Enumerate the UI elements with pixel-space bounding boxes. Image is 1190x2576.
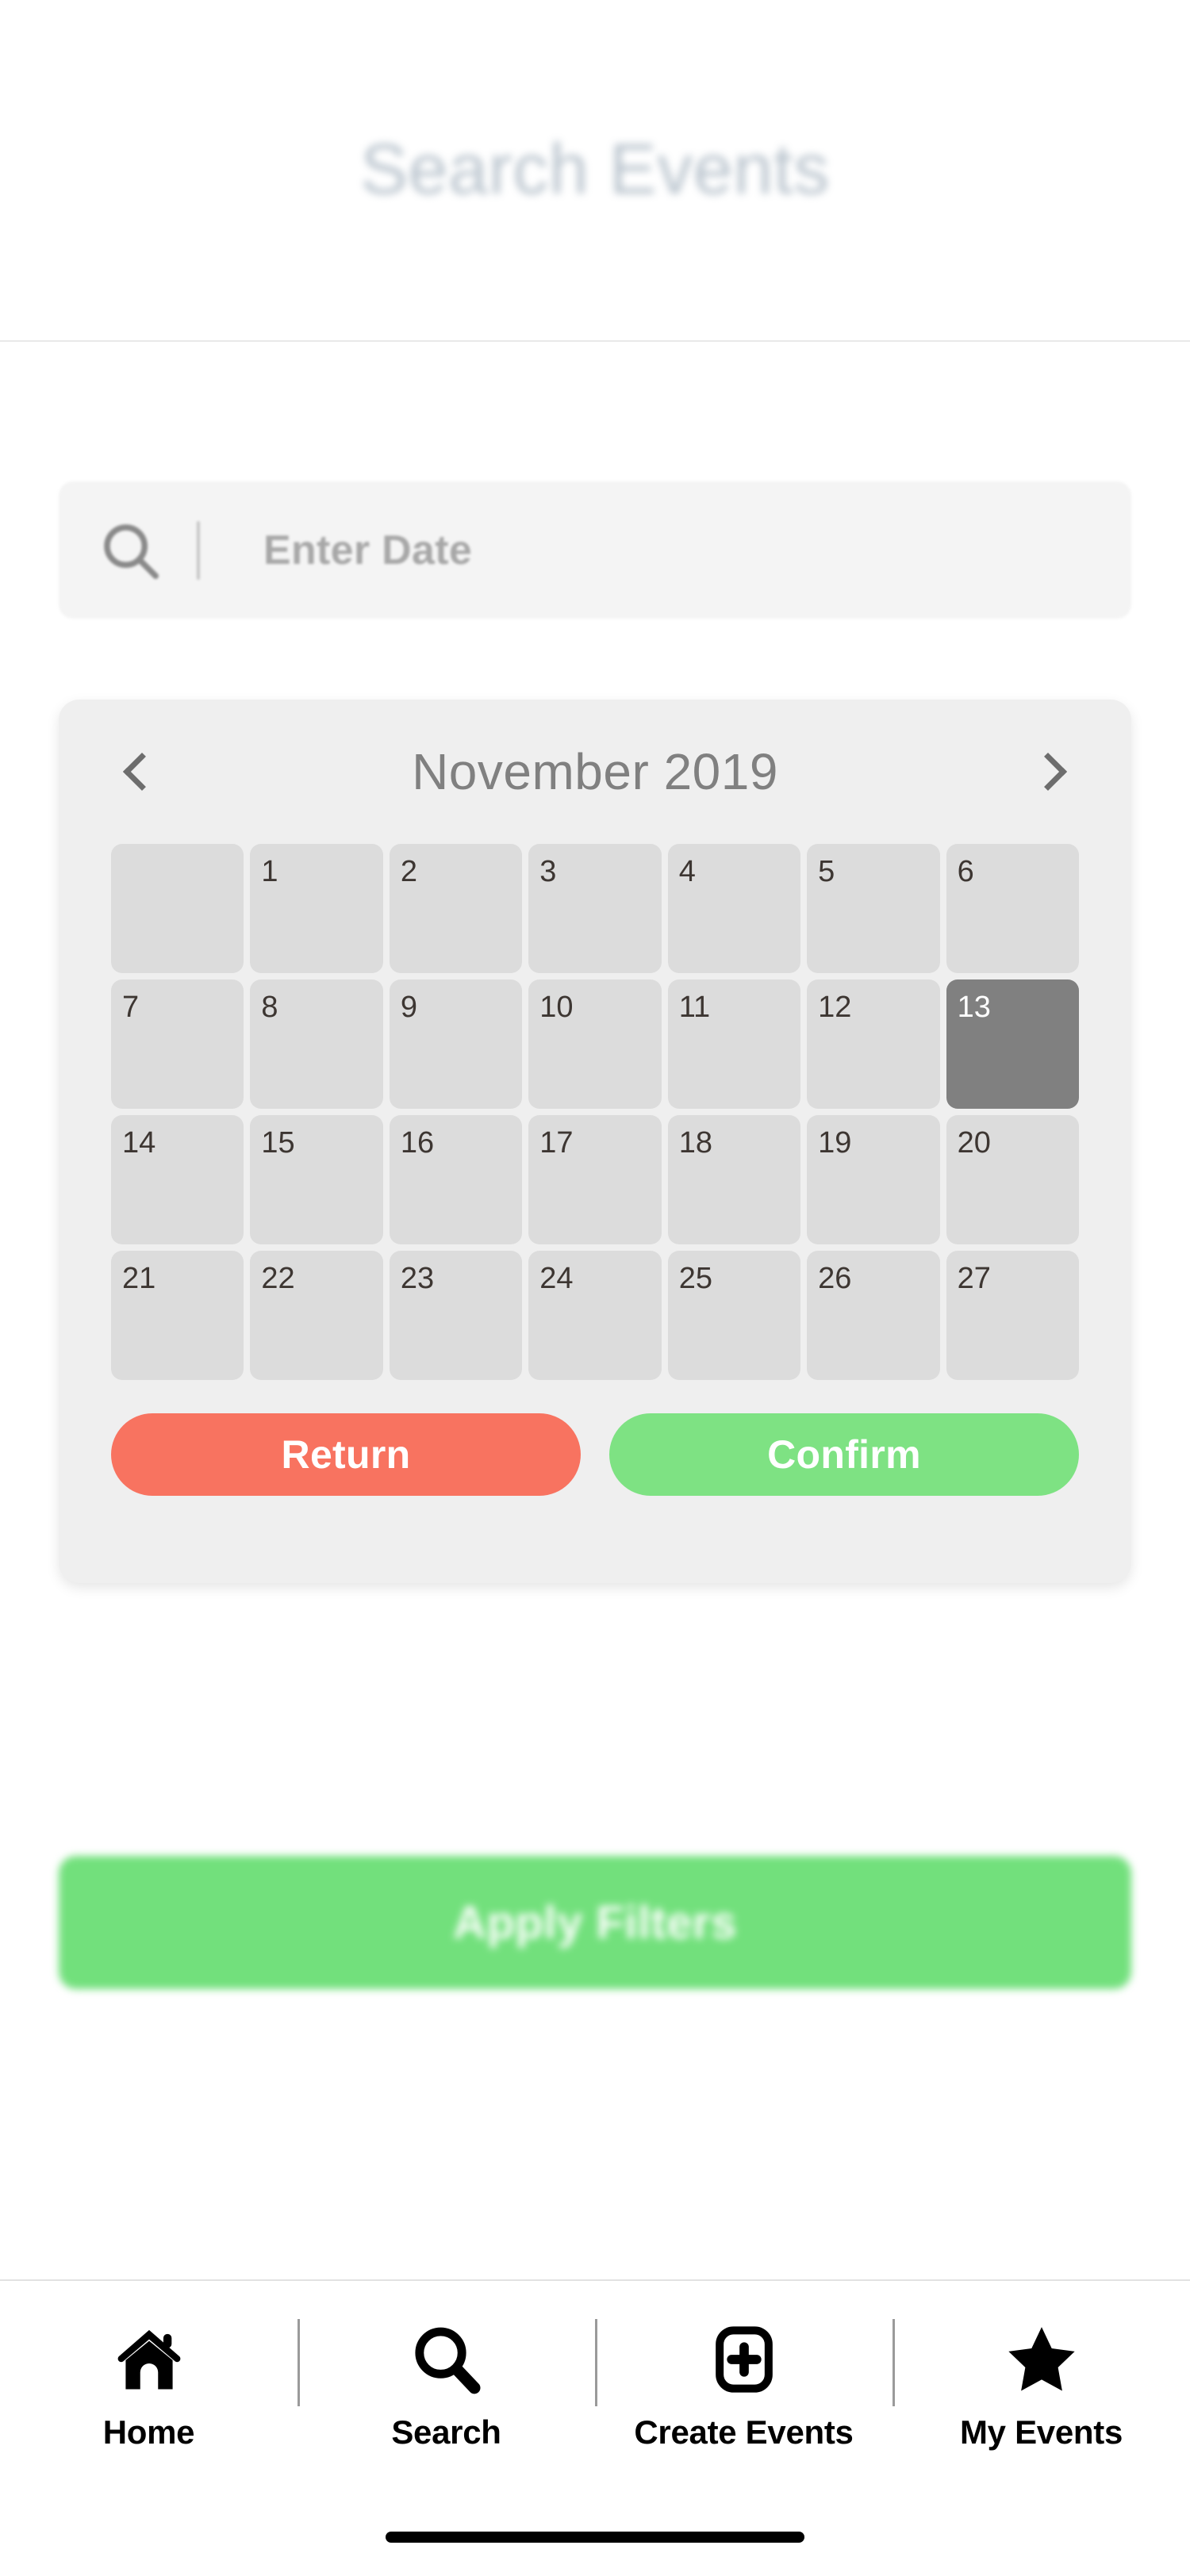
nav-item-home[interactable]: Home — [0, 2281, 298, 2487]
calendar-cell[interactable]: 9 — [389, 979, 523, 1109]
calendar-cell[interactable]: 7 — [111, 979, 244, 1109]
calendar-cell-empty — [111, 844, 244, 973]
calendar-cell[interactable]: 3 — [528, 844, 662, 973]
calendar-cell[interactable]: 18 — [667, 1115, 801, 1244]
calendar-cell[interactable]: 8 — [250, 979, 383, 1109]
nav-item-my-events[interactable]: My Events — [892, 2281, 1190, 2487]
calendar-cell[interactable]: 14 — [111, 1115, 244, 1244]
return-button[interactable]: Return — [111, 1413, 581, 1496]
calendar-cell[interactable]: 12 — [807, 979, 940, 1109]
calendar-cell[interactable]: 26 — [807, 1251, 940, 1380]
calendar-cell-selected[interactable]: 13 — [946, 979, 1079, 1109]
plus-square-icon — [704, 2317, 784, 2402]
calendar-actions: Return Confirm — [59, 1380, 1131, 1496]
page-header: Search Events — [0, 0, 1190, 342]
nav-item-create-events[interactable]: Create Events — [595, 2281, 892, 2487]
date-picker-card: November 2019 1 2 3 4 5 6 7 8 9 10 11 12 13 14 15 16 17 1… — [59, 700, 1131, 1583]
nav-label-home: Home — [102, 2413, 195, 2451]
apply-filters-button[interactable]: Apply Filters — [59, 1856, 1131, 1989]
calendar-cell[interactable]: 16 — [389, 1115, 523, 1244]
app-screen: Search Events Enter Date November 2019 1… — [0, 0, 1190, 2576]
calendar-cell[interactable]: 10 — [528, 979, 662, 1109]
calendar-cell[interactable]: 5 — [807, 844, 940, 973]
nav-label-my-events: My Events — [959, 2413, 1123, 2451]
nav-label-create-events: Create Events — [634, 2413, 854, 2451]
calendar-cell[interactable]: 24 — [528, 1251, 662, 1380]
next-month-button[interactable] — [1020, 740, 1076, 803]
calendar-cell[interactable]: 15 — [250, 1115, 383, 1244]
search-icon — [59, 516, 202, 585]
calendar-cell[interactable]: 25 — [667, 1251, 801, 1380]
calendar-cell[interactable]: 17 — [528, 1115, 662, 1244]
calendar-cell[interactable]: 22 — [250, 1251, 383, 1380]
search-date-field[interactable]: Enter Date — [59, 481, 1131, 619]
calendar-cell[interactable]: 23 — [389, 1251, 523, 1380]
nav-label-search: Search — [391, 2413, 501, 2451]
page-title: Search Events — [360, 130, 830, 209]
nav-item-search[interactable]: Search — [298, 2281, 595, 2487]
chevron-left-icon — [122, 752, 162, 792]
bottom-navigation-bar: Home Search Create Events My Events — [0, 2281, 1190, 2511]
calendar-cell[interactable]: 2 — [389, 844, 523, 973]
calendar-cell[interactable]: 19 — [807, 1115, 940, 1244]
field-divider — [197, 520, 200, 580]
date-input-placeholder[interactable]: Enter Date — [263, 527, 472, 574]
prev-month-button[interactable] — [114, 740, 170, 803]
calendar-header: November 2019 — [59, 700, 1131, 844]
confirm-button[interactable]: Confirm — [609, 1413, 1079, 1496]
calendar-cell[interactable]: 6 — [946, 844, 1079, 973]
chevron-right-icon — [1028, 752, 1068, 792]
calendar-cell[interactable]: 20 — [946, 1115, 1079, 1244]
calendar-cell[interactable]: 1 — [250, 844, 383, 973]
home-icon — [109, 2317, 189, 2402]
calendar-day-grid: 1 2 3 4 5 6 7 8 9 10 11 12 13 14 15 16 17 18 19 20 21 22 23 24 2… — [59, 844, 1131, 1380]
home-indicator — [386, 2532, 804, 2543]
search-icon — [407, 2317, 486, 2402]
star-icon — [1002, 2317, 1081, 2402]
calendar-cell[interactable]: 11 — [667, 979, 801, 1109]
calendar-cell[interactable]: 21 — [111, 1251, 244, 1380]
calendar-cell[interactable]: 27 — [946, 1251, 1079, 1380]
calendar-cell[interactable]: 4 — [667, 844, 801, 973]
calendar-month-year: November 2019 — [412, 743, 778, 800]
